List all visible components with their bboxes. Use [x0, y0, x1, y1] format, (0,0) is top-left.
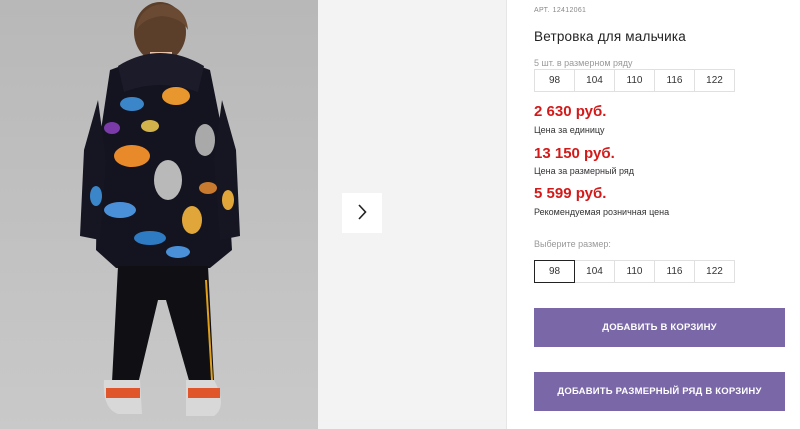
article-label: АРТ. — [534, 7, 550, 14]
pack-note: 5 шт. в размерном ряду — [534, 58, 633, 68]
retail-price: 5 599 руб. — [534, 185, 607, 202]
size-option-116[interactable]: 116 — [654, 260, 695, 283]
pack-size-item: 122 — [694, 69, 735, 92]
pack-price-label: Цена за размерный ряд — [534, 166, 635, 176]
unit-price-label: Цена за единицу — [534, 125, 605, 135]
size-option-110[interactable]: 110 — [614, 260, 655, 283]
product-photo — [0, 0, 318, 429]
pack-size-item: 110 — [614, 69, 655, 92]
chevron-right-icon — [357, 203, 367, 223]
add-to-cart-button[interactable]: ДОБАВИТЬ В КОРЗИНУ — [534, 308, 785, 347]
pack-size-item: 104 — [574, 69, 615, 92]
size-option-98[interactable]: 98 — [534, 260, 575, 283]
article-value: 12412061 — [552, 7, 587, 14]
size-selector: 98 104 110 116 122 — [534, 260, 735, 283]
size-option-122[interactable]: 122 — [694, 260, 735, 283]
add-pack-to-cart-button[interactable]: ДОБАВИТЬ РАЗМЕРНЫЙ РЯД В КОРЗИНУ — [534, 372, 785, 411]
pack-price: 13 150 руб. — [534, 145, 615, 162]
pack-size-item: 98 — [534, 69, 575, 92]
pack-size-item: 116 — [654, 69, 695, 92]
size-select-label: Выберите размер: — [534, 239, 611, 249]
retail-price-label: Рекомендуемая розничная цена — [534, 207, 670, 217]
unit-price: 2 630 руб. — [534, 103, 607, 120]
column-divider — [506, 0, 507, 429]
article-number: АРТ. 12412061 — [534, 7, 586, 14]
pack-size-list: 98 104 110 116 122 — [534, 69, 735, 92]
gallery-next-button[interactable] — [342, 193, 382, 233]
product-title: Ветровка для мальчика — [534, 29, 686, 44]
size-option-104[interactable]: 104 — [574, 260, 615, 283]
